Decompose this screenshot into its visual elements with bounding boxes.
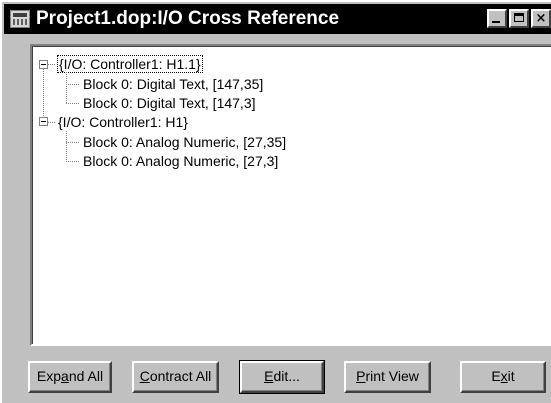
tree-connector xyxy=(48,64,55,65)
edit-button[interactable]: Edit... xyxy=(239,360,325,394)
expand-all-button[interactable]: Expand All xyxy=(28,361,112,393)
tree-node-label: {I/O: Controller1: H1.1} xyxy=(57,55,203,73)
tree-connector xyxy=(48,122,55,123)
button-label: Exit xyxy=(491,368,514,384)
app-icon[interactable] xyxy=(10,10,30,28)
io-tree-view[interactable]: {I/O: Controller1: H1.1} Block 0: Digita… xyxy=(30,44,551,346)
button-label: Contract All xyxy=(140,368,212,384)
mnemonic-letter: x xyxy=(500,368,508,384)
mnemonic-letter: a xyxy=(61,368,69,384)
maximize-button[interactable] xyxy=(509,9,529,28)
tree-connector xyxy=(66,161,79,162)
label-text: it xyxy=(507,368,515,384)
maximize-icon xyxy=(514,13,524,22)
close-icon: × xyxy=(535,11,547,26)
print-view-button[interactable]: Print View xyxy=(344,361,431,393)
window-controls: × xyxy=(485,9,551,28)
contract-all-button[interactable]: Contract All xyxy=(132,361,219,393)
label-text: rint View xyxy=(365,368,419,384)
tree-connector xyxy=(66,103,79,104)
button-label: Edit... xyxy=(264,368,300,384)
mnemonic-letter: C xyxy=(139,368,150,384)
minimize-button[interactable] xyxy=(487,9,507,28)
io-cross-reference-window: Project1.dop:I/O Cross Reference × {I/O:… xyxy=(0,0,551,403)
tree-node-child[interactable]: Block 0: Analog Numeric, [27,3] xyxy=(83,151,278,171)
title-bar[interactable]: Project1.dop:I/O Cross Reference × xyxy=(4,4,551,34)
collapse-toggle-icon[interactable] xyxy=(39,60,48,69)
exit-button[interactable]: Exit xyxy=(460,361,546,393)
tree-connector xyxy=(66,84,79,85)
button-label: Print View xyxy=(356,368,419,384)
button-label: Expand All xyxy=(37,368,103,384)
tree-content: {I/O: Controller1: H1.1} Block 0: Digita… xyxy=(32,46,551,344)
tree-node-child[interactable]: Block 0: Digital Text, [147,35] xyxy=(83,74,263,94)
collapse-toggle-icon[interactable] xyxy=(39,117,48,126)
tree-node-child[interactable]: Block 0: Analog Numeric, [27,35] xyxy=(83,132,286,152)
label-text: nd All xyxy=(68,368,104,384)
minimize-icon xyxy=(492,21,500,23)
tree-connector xyxy=(66,142,79,143)
tree-node-root-2[interactable]: {I/O: Controller1: H1} xyxy=(58,112,188,132)
tree-node-child[interactable]: Block 0: Digital Text, [147,3] xyxy=(83,93,256,113)
label-text: dit... xyxy=(273,368,300,384)
tree-connector xyxy=(66,131,67,162)
window-title: Project1.dop:I/O Cross Reference xyxy=(36,8,340,29)
label-text: Exp xyxy=(36,368,62,384)
label-text: ontract All xyxy=(149,368,212,384)
tree-connector xyxy=(43,69,44,116)
label-text: E xyxy=(491,368,501,384)
tree-connector xyxy=(66,72,67,103)
tree-node-root-1[interactable]: {I/O: Controller1: H1.1} xyxy=(57,54,203,74)
close-button[interactable]: × xyxy=(531,9,551,28)
